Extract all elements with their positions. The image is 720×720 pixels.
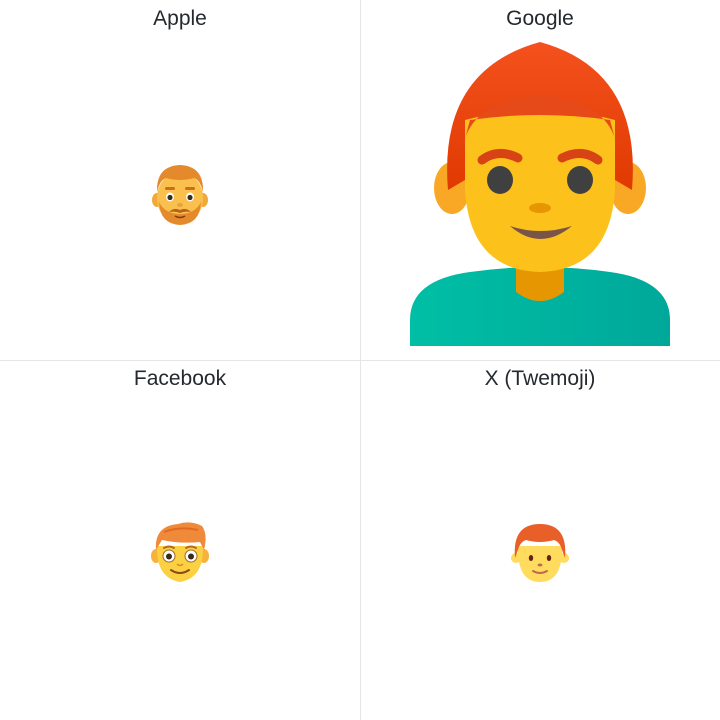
man-red-hair-icon bbox=[410, 40, 670, 346]
emoji-comparison-grid: Apple Google Facebook X (Twemoji) bbox=[0, 0, 720, 720]
platform-label: Facebook bbox=[133, 367, 227, 390]
man-red-hair-icon bbox=[150, 520, 210, 584]
man-red-hair-icon bbox=[510, 520, 570, 584]
platform-cell-apple: Apple bbox=[0, 0, 360, 360]
platform-label: Apple bbox=[153, 7, 207, 30]
platform-cell-google: Google bbox=[360, 0, 720, 360]
man-red-hair-icon bbox=[150, 162, 210, 226]
platform-label: X (Twemoji) bbox=[484, 367, 596, 390]
horizontal-divider bbox=[0, 360, 720, 361]
platform-cell-facebook: Facebook bbox=[0, 360, 360, 720]
platform-label: Google bbox=[506, 7, 574, 30]
platform-cell-twemoji: X (Twemoji) bbox=[360, 360, 720, 720]
